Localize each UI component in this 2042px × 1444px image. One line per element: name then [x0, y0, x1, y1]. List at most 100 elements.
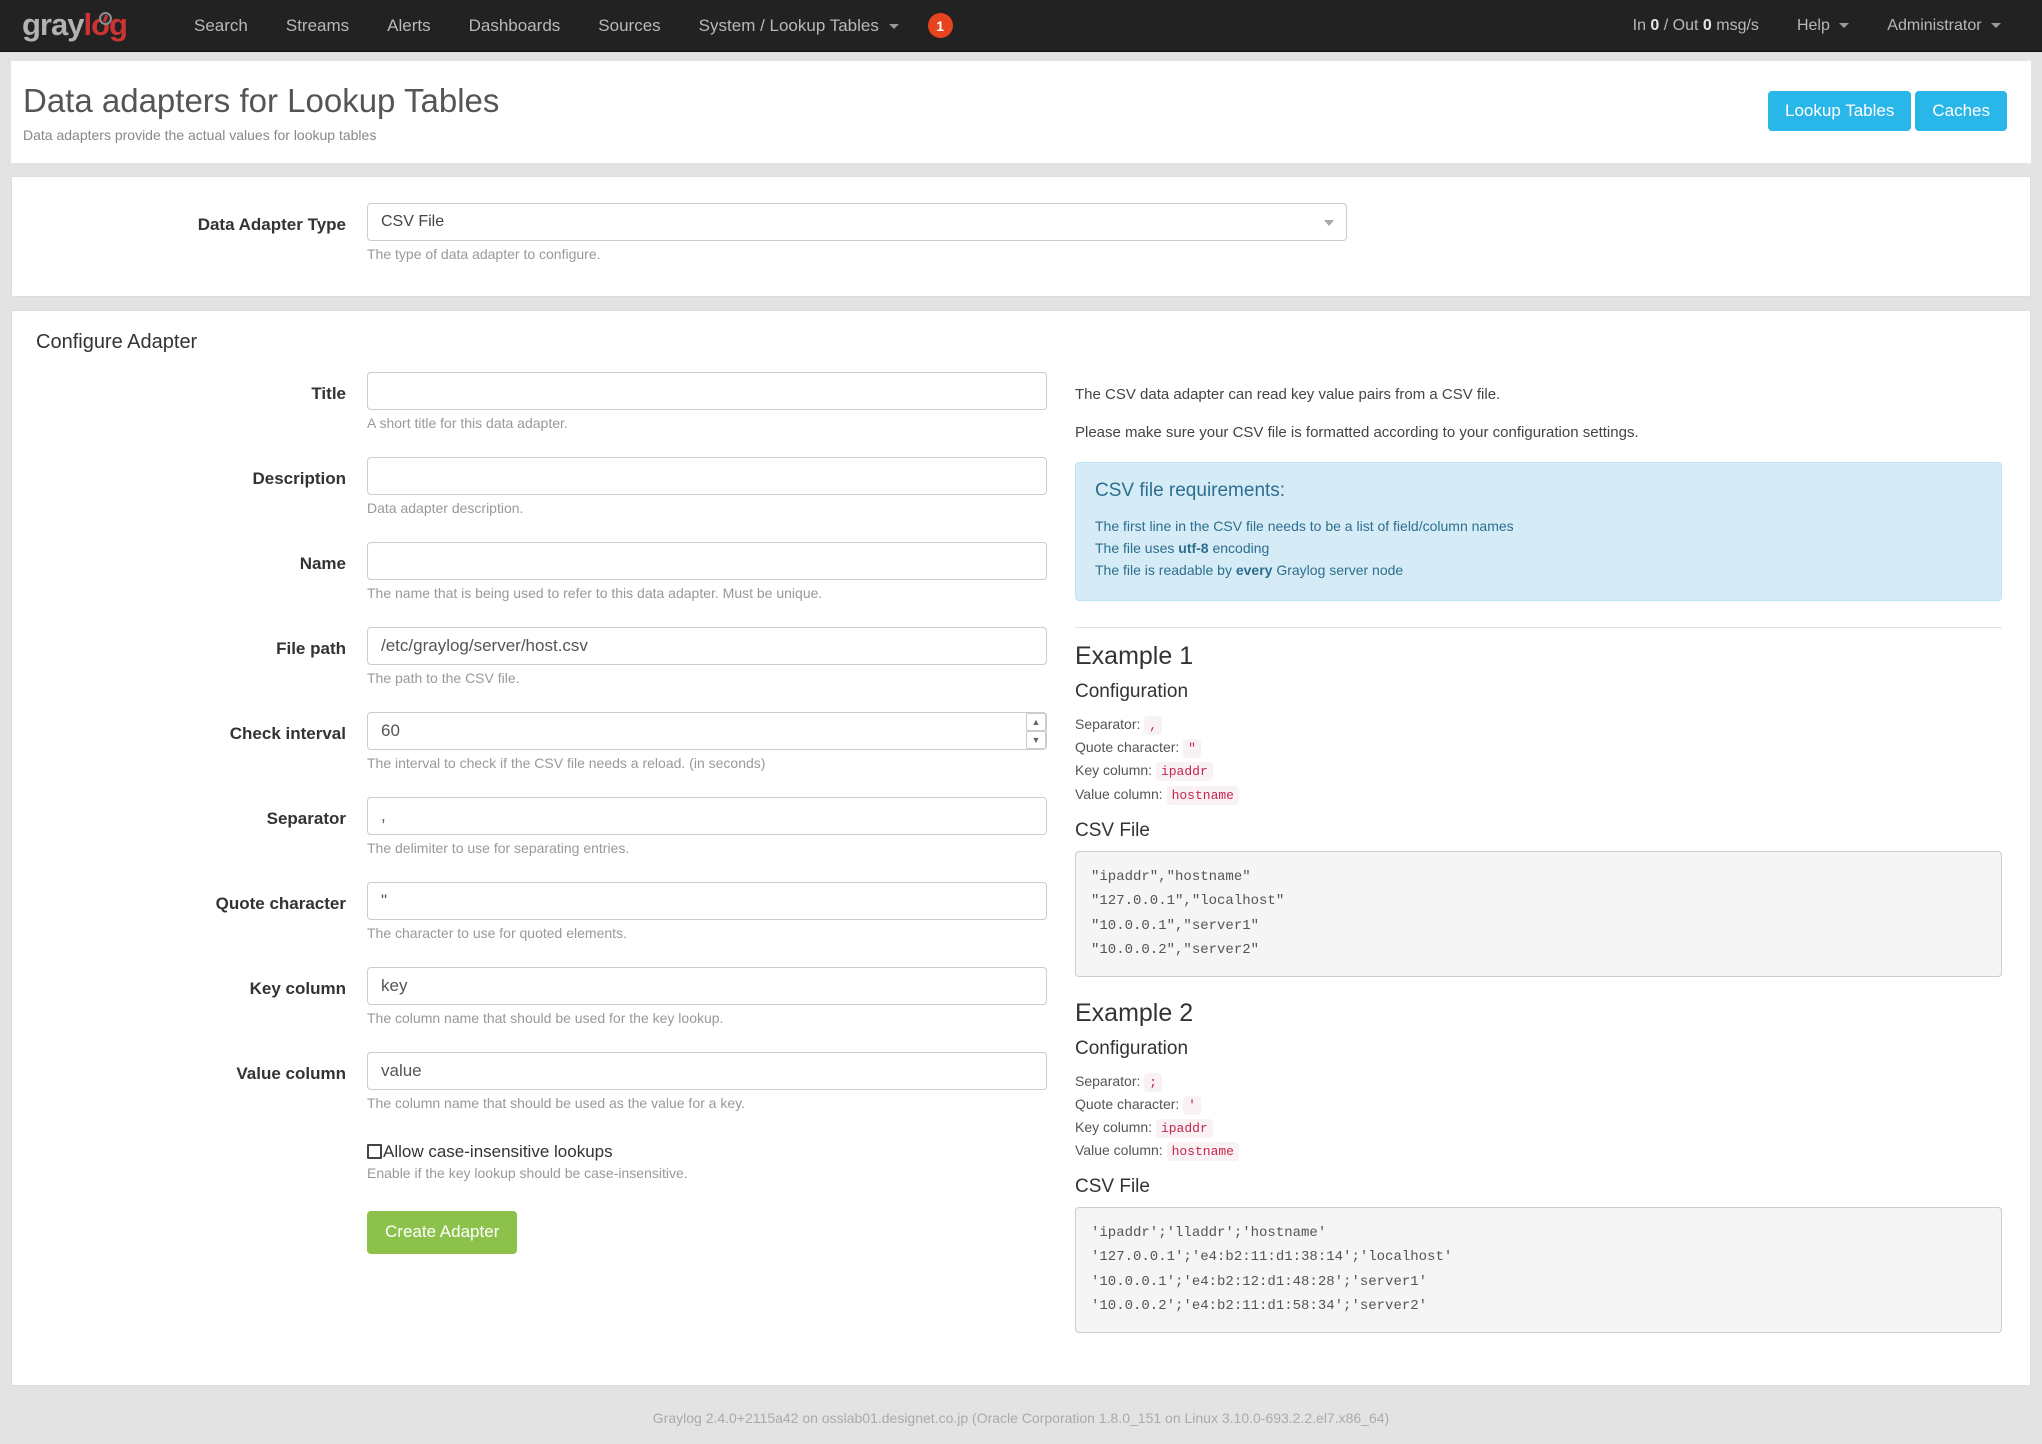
- case-insensitive-help: Enable if the key lookup should be case-…: [367, 1165, 688, 1182]
- csv-requirement-2: The file uses utf-8 encoding: [1095, 538, 1982, 560]
- example-1-config-label: Configuration: [1075, 681, 1189, 703]
- example-2-value: Value column: hostname: [1075, 1139, 2002, 1162]
- title-help: A short title for this data adapter.: [367, 415, 568, 432]
- separator-help: The delimiter to use for separating entr…: [367, 840, 630, 857]
- key-column-label: Key column: [249, 979, 346, 999]
- case-insensitive-line: Allow case-insensitive lookups: [367, 1143, 688, 1160]
- page-header-text: Data adapters for Lookup Tables Data ada…: [23, 82, 1768, 143]
- data-adapter-type-select[interactable]: CSV File: [367, 203, 1347, 242]
- quote-character-input[interactable]: [367, 882, 1047, 921]
- example-1-separator-value: ,: [1144, 716, 1163, 736]
- nav-item-dashboards-label: Dashboards: [468, 15, 561, 35]
- stepper-up-icon[interactable]: ▲: [1026, 713, 1046, 732]
- key-column-control: The column name that should be used for …: [367, 967, 1047, 1052]
- example-2-key-value: ipaddr: [1155, 1118, 1213, 1138]
- doc-divider: [1075, 627, 2002, 629]
- csv-requirement-3-post: Graylog server node: [1272, 561, 1404, 578]
- example-1-key-label: Key column:: [1075, 762, 1153, 779]
- description-input[interactable]: [367, 457, 1047, 496]
- example-2-separator: Separator: ;: [1075, 1070, 2002, 1093]
- nav-item-search[interactable]: Search: [175, 16, 267, 36]
- csv-requirement-2-post: encoding: [1208, 539, 1270, 556]
- nav-item-help[interactable]: Help: [1778, 17, 1868, 35]
- lookup-tables-button[interactable]: Lookup Tables: [1768, 91, 1912, 132]
- data-adapter-type-label: Data Adapter Type: [197, 215, 346, 235]
- value-column-help: The column name that should be used as t…: [367, 1095, 745, 1112]
- nav-item-streams[interactable]: Streams: [267, 16, 368, 36]
- field-row-title: Title A short title for this data adapte…: [12, 372, 1047, 457]
- stepper-down-icon[interactable]: ▼: [1026, 731, 1046, 750]
- data-adapter-type-help: The type of data adapter to configure.: [367, 246, 601, 263]
- case-insensitive-checkbox[interactable]: [367, 1144, 382, 1160]
- field-row-key-column: Key column The column name that should b…: [12, 967, 1047, 1052]
- key-column-help: The column name that should be used for …: [367, 1010, 724, 1027]
- name-label: Name: [299, 554, 346, 574]
- configure-adapter-panel: Configure Adapter Title A short title fo…: [11, 310, 2031, 1386]
- throughput-indicator[interactable]: In 0 / Out 0 msg/s: [1614, 17, 1778, 35]
- example-2-quote-value: ': [1183, 1095, 1201, 1115]
- field-row-description: Description Data adapter description.: [12, 457, 1047, 542]
- graylog-logo[interactable]: gray log: [22, 7, 128, 42]
- nav-item-streams-label: Streams: [285, 15, 350, 35]
- file-path-help: The path to the CSV file.: [367, 670, 520, 687]
- key-column-input[interactable]: [367, 967, 1047, 1006]
- example-2-csv-label: CSV File: [1075, 1175, 1150, 1197]
- logo-text-gray: gray: [22, 7, 84, 42]
- check-interval-stepper: ▲ ▼: [367, 712, 1047, 751]
- example-1-separator: Separator: ,: [1075, 713, 2002, 736]
- csv-requirement-3: The file is readable by every Graylog se…: [1095, 560, 1982, 582]
- value-column-label: Value column: [236, 1064, 346, 1084]
- name-control: The name that is being used to refer to …: [367, 542, 1047, 627]
- chevron-down-icon: [888, 23, 899, 29]
- case-insensitive-label[interactable]: Allow case-insensitive lookups: [383, 1143, 613, 1160]
- nav-item-user-menu[interactable]: Administrator: [1868, 17, 2020, 35]
- check-interval-control: ▲ ▼ The interval to check if the CSV fil…: [367, 712, 1047, 797]
- case-insensitive-group: Allow case-insensitive lookups Enable if…: [367, 1143, 688, 1181]
- description-help: Data adapter description.: [367, 500, 524, 517]
- example-1-quote-label: Quote character:: [1075, 739, 1180, 756]
- value-column-control: The column name that should be used as t…: [367, 1052, 1047, 1137]
- title-input[interactable]: [367, 372, 1047, 411]
- example-2-value-label: Value column:: [1075, 1141, 1163, 1158]
- example-1-key-value: ipaddr: [1155, 762, 1213, 782]
- example-1-quote: Quote character: ": [1075, 736, 2002, 759]
- nav-item-sources[interactable]: Sources: [579, 16, 679, 36]
- create-adapter-button[interactable]: Create Adapter: [367, 1211, 518, 1254]
- example-2: Example 2 Configuration Separator: ; Quo…: [1075, 999, 2002, 1333]
- file-path-control: The path to the CSV file.: [367, 627, 1047, 712]
- page-header: Data adapters for Lookup Tables Data ada…: [11, 61, 2031, 164]
- csv-requirements-title: CSV file requirements:: [1095, 480, 1286, 502]
- file-path-input[interactable]: [367, 627, 1047, 666]
- example-2-value-value: hostname: [1166, 1141, 1239, 1161]
- quote-character-control: The character to use for quoted elements…: [367, 882, 1047, 967]
- configure-adapter-body: Title A short title for this data adapte…: [12, 372, 2030, 1354]
- nav-item-search-label: Search: [193, 15, 248, 35]
- example-1-value: Value column: hostname: [1075, 783, 2002, 806]
- secondary-nav: In 0 / Out 0 msg/s Help Administrator: [1614, 17, 2020, 35]
- example-1-separator-label: Separator:: [1075, 716, 1141, 733]
- notification-badge[interactable]: 1: [927, 13, 953, 38]
- example-2-quote-label: Quote character:: [1075, 1095, 1180, 1112]
- data-adapter-type-row: Data Adapter Type CSV File The type of d…: [12, 203, 2030, 262]
- nav-item-system-lookup-tables-label: System / Lookup Tables: [698, 15, 879, 35]
- separator-label: Separator: [266, 809, 346, 829]
- name-input[interactable]: [367, 542, 1047, 581]
- description-label: Description: [252, 469, 346, 489]
- value-column-input[interactable]: [367, 1052, 1047, 1091]
- field-row-file-path: File path The path to the CSV file.: [12, 627, 1047, 712]
- title-control: A short title for this data adapter.: [367, 372, 1047, 457]
- check-interval-input[interactable]: [367, 712, 1047, 751]
- caches-button[interactable]: Caches: [1915, 91, 2007, 132]
- csv-requirement-2-pre: The file uses: [1095, 539, 1179, 556]
- nav-item-system-lookup-tables[interactable]: System / Lookup Tables: [680, 16, 918, 36]
- submit-row: Create Adapter: [367, 1211, 1047, 1254]
- nav-item-alerts[interactable]: Alerts: [368, 16, 449, 36]
- primary-nav: Search Streams Alerts Dashboards Sources…: [175, 13, 953, 38]
- separator-input[interactable]: [367, 797, 1047, 836]
- csv-requirement-2-strong: utf-8: [1178, 539, 1209, 556]
- example-2-config-label: Configuration: [1075, 1037, 1189, 1059]
- throughput-suffix: msg/s: [1711, 16, 1759, 34]
- field-row-value-column: Value column The column name that should…: [12, 1052, 1047, 1137]
- nav-item-dashboards[interactable]: Dashboards: [450, 16, 580, 36]
- example-1: Example 1 Configuration Separator: , Quo…: [1075, 642, 2002, 977]
